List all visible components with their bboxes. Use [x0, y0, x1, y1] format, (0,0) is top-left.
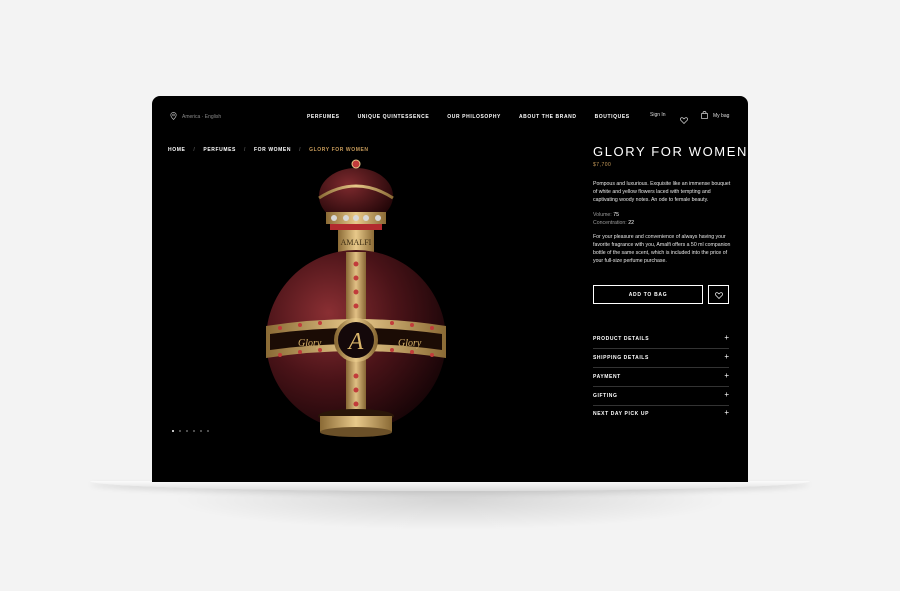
gallery-dot[interactable]: [186, 430, 188, 432]
accordion-label: GIFTING: [593, 393, 618, 399]
breadcrumb-separator: /: [244, 147, 246, 153]
nav-item-our-philosophy[interactable]: OUR PHILOSOPHY: [447, 114, 501, 120]
gallery-dot[interactable]: [193, 430, 195, 432]
add-to-bag-button[interactable]: ADD TO BAG: [593, 285, 703, 304]
gallery-dot[interactable]: [200, 430, 202, 432]
breadcrumb-home[interactable]: HOME: [168, 147, 185, 153]
heart-icon[interactable]: [680, 111, 688, 129]
add-to-wishlist-button[interactable]: [708, 285, 729, 304]
product-image: AMALFI Glory Glory A: [266, 159, 446, 437]
accordion-label: SHIPPING DETAILS: [593, 355, 649, 361]
svg-text:Glory: Glory: [298, 338, 322, 349]
plus-icon: +: [724, 390, 729, 399]
volume-label: Volume:: [593, 212, 612, 218]
concentration-spec: Concentration: 22: [593, 220, 634, 226]
gallery-dot[interactable]: [179, 430, 181, 432]
product-price: $7,700: [593, 162, 612, 168]
breadcrumb-current: GLORY FOR WOMEN: [309, 147, 369, 153]
accordion-label: PRODUCT DETAILS: [593, 336, 650, 342]
accordion-label: PAYMENT: [593, 374, 621, 380]
volume-value: 75: [613, 212, 619, 218]
svg-text:Glory: Glory: [398, 338, 422, 349]
locale-label: America · English: [182, 114, 222, 120]
location-pin-icon: [170, 112, 177, 122]
nav-item-unique-quintessence[interactable]: UNIQUE QUINTESSENCE: [358, 114, 430, 120]
breadcrumb-for-women[interactable]: FOR WOMEN: [254, 147, 291, 153]
plus-icon: +: [724, 371, 729, 380]
breadcrumb-perfumes[interactable]: PERFUMES: [203, 147, 236, 153]
concentration-label: Concentration:: [593, 220, 627, 226]
breadcrumb-separator: /: [193, 147, 196, 153]
my-bag-link[interactable]: My bag: [701, 111, 729, 121]
gallery-dot[interactable]: [172, 430, 174, 432]
accordion-label: NEXT DAY PICK UP: [593, 411, 650, 417]
sign-in-link[interactable]: Sign In: [650, 112, 666, 118]
accordion-gifting[interactable]: GIFTING +: [593, 387, 729, 406]
accordion-payment[interactable]: PAYMENT +: [593, 368, 729, 387]
gallery-dot[interactable]: [207, 430, 209, 432]
nav-item-boutiques[interactable]: BOUTIQUES: [595, 114, 630, 120]
accordion-shipping-details[interactable]: SHIPPING DETAILS +: [593, 349, 729, 368]
plus-icon: +: [724, 408, 729, 417]
breadcrumb: HOME / PERFUMES / FOR WOMEN / GLORY FOR …: [168, 147, 369, 153]
product-title: GLORY FOR WOMEN: [593, 144, 748, 159]
main-nav: PERFUMES UNIQUE QUINTESSENCE OUR PHILOSO…: [307, 114, 630, 120]
nav-item-about-the-brand[interactable]: ABOUT THE BRAND: [519, 114, 577, 120]
volume-spec: Volume: 75: [593, 212, 619, 218]
bag-icon: [701, 111, 708, 121]
svg-text:A: A: [347, 329, 364, 355]
accordion-product-details[interactable]: PRODUCT DETAILS +: [593, 330, 729, 349]
plus-icon: +: [724, 352, 729, 361]
nav-item-perfumes[interactable]: PERFUMES: [307, 114, 340, 120]
concentration-value: 22: [628, 220, 634, 226]
heart-icon: [714, 286, 723, 304]
accordion-next-day-pick-up[interactable]: NEXT DAY PICK UP +: [593, 405, 729, 424]
locale-selector[interactable]: America · English: [170, 112, 221, 122]
product-description: Pompous and luxurious. Exquisite like an…: [593, 181, 731, 203]
my-bag-label: My bag: [713, 113, 730, 119]
breadcrumb-separator: /: [299, 147, 302, 153]
gallery-pagination: [172, 430, 209, 432]
svg-text:AMALFI: AMALFI: [341, 238, 372, 247]
laptop-screen: America · English PERFUMES UNIQUE QUINTE…: [152, 96, 748, 482]
plus-icon: +: [724, 333, 729, 342]
companion-bottle-note: For your pleasure and convenience of alw…: [593, 234, 731, 264]
